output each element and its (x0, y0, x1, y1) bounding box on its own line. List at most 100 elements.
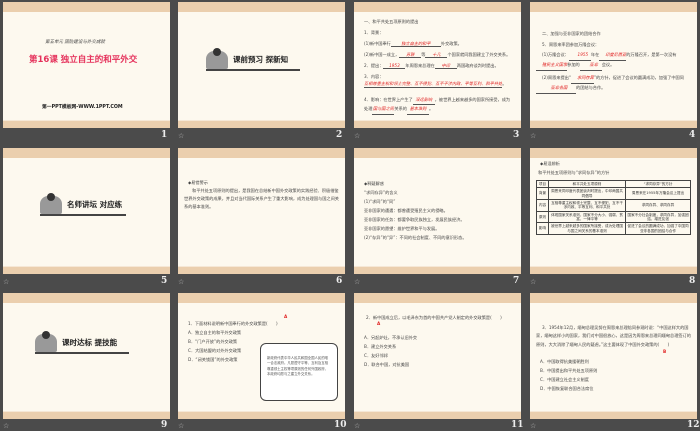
slide-thumbnail-1[interactable]: 第五单元 国防建设与外交成就 第16课 独立自主的和平外交 第一PPT模板网-W… (3, 2, 170, 128)
slide-number: 1 (161, 130, 168, 140)
table-row: 背景 周恩来同印度代表团谈判时提出，中印两国共同倡导 周恩来在1955年万隆会议上提… (536, 187, 691, 200)
reading-figure-icon (206, 48, 228, 69)
animation-star-icon[interactable]: ☆ (178, 422, 184, 430)
slide-number: 4 (689, 130, 696, 140)
section-title: 名师讲坛 对应练 (67, 200, 123, 209)
footer-band (354, 411, 521, 419)
option-a: A．中国取得抗美援朝胜利 (540, 359, 589, 364)
slide-thumbnail-5[interactable]: 名师讲坛 对应练 (3, 148, 170, 274)
slide-heading: 一、和平共处五项原则的提出 (364, 19, 419, 24)
teacher-figure-icon (40, 193, 62, 214)
animation-star-icon[interactable]: ☆ (354, 132, 360, 140)
header-band (530, 148, 697, 158)
slide-number: 12 (687, 420, 700, 430)
student-figure-icon (35, 331, 57, 352)
slide-thumbnail-9[interactable]: 课时达标 提技能 (3, 293, 170, 419)
slide-thumbnail-6[interactable]: ◆易错警示 和平共处五项原则的提出，是我国在总结新中国外交政策的实践经验、积极借… (178, 148, 345, 274)
text-line: (1)新中国奉行 独立自主的和平 外交政策。 (364, 41, 462, 48)
animation-star-icon[interactable]: ☆ (3, 422, 9, 430)
slide-number: 3 (513, 130, 520, 140)
footer-band (354, 120, 521, 128)
slide-number: 9 (161, 420, 168, 430)
table-cell: 求同存异、求同存异 (625, 198, 691, 212)
slide-thumbnail-2[interactable]: 课前预习 探新知 (178, 2, 345, 128)
slide-heading: 二、加强与亚非国家的团结合作 (542, 31, 601, 36)
animation-star-icon[interactable]: ☆ (530, 422, 536, 430)
body-text: 和平共处五项原则的提出，是我国在总结新中国外交政策的实践经验、积极借鉴世界外交政… (184, 188, 339, 209)
table-cell: 周恩来同印度代表团谈判时提出，中印两国共同倡导 (547, 187, 627, 200)
animation-star-icon[interactable]: ☆ (530, 132, 536, 140)
option-d: D．“闭关锁国”的外交政策 (188, 357, 238, 362)
slide-thumbnail-3[interactable]: 一、和平共处五项原则的提出 1．背景： (1)新中国奉行 独立自主的和平 外交政策。… (354, 2, 521, 128)
slide-heading: ◆易混辨析 (540, 161, 560, 166)
slide-heading: ◆易错警示 (188, 180, 208, 185)
site-text: 第一PPT模板网-WWW.1PPT.COM (42, 105, 123, 110)
slide-thumbnail-10[interactable]: A 1．下面材料说明新中国奉行的外交政策是( ) A．独立自主的和平外交政策 B… (178, 293, 345, 419)
answer-mark: B (663, 349, 667, 354)
option-b: B．中国提出和平共处五项原则 (540, 368, 598, 373)
table-header-cell: 和平共处五项原则 (547, 179, 627, 189)
header-band (3, 148, 170, 158)
header-band (354, 148, 521, 158)
text-line: (2)周恩来提出“ 求同存异”的方针，促进了会议的圆满成功，加强了中国同亚非各国的… (536, 74, 691, 94)
footer-band (178, 266, 345, 274)
section-banner: 名师讲坛 对应练 (40, 193, 130, 216)
animation-star-icon[interactable]: ☆ (354, 278, 360, 286)
slide-number: 8 (689, 276, 696, 286)
footer-band (3, 411, 170, 419)
table-cell: 内容 (536, 198, 549, 212)
slide-heading: ◆释疑解惑 (364, 181, 384, 186)
text-line: 亚非国家的遭遇：都曾遭受殖民主义的侵略。 (364, 208, 448, 213)
text-line: 5．周恩来率团参加万隆会议： (542, 42, 600, 47)
text-line: 亚非国家的任务：都要争取民族独立，发展民族经济。 (364, 217, 465, 222)
animation-star-icon[interactable]: ☆ (178, 278, 184, 286)
slide-thumbnail-12[interactable]: B 3．1954年12月，缅甸总理吴努在周恩来总理陪同参观时说：“中国这样大的国… (530, 293, 697, 419)
option-a: A．另起炉灶，不承认旧外交 (364, 335, 418, 340)
table-cell: 周恩来在1955年万隆会议上提出 (625, 187, 691, 200)
text-line: (2)“存异”的“异”：不同的社会制度、不同的意识形态。 (364, 235, 467, 240)
footer-band (3, 266, 170, 274)
header-band (354, 293, 521, 303)
footer-band (530, 266, 697, 274)
text-line: (1)“求同”的“同” (364, 199, 396, 204)
question-text: 2．新中国成立后，以毛泽东为首的中国共产党人制定的外交政策是( ) (366, 315, 502, 320)
table-cell: 影响 (536, 222, 549, 235)
option-c: C．中国建立社会主义制度 (540, 377, 589, 382)
animation-star-icon[interactable]: ☆ (3, 278, 9, 286)
slide-number: 2 (336, 130, 343, 140)
footer-band (530, 120, 697, 128)
footer-band (354, 266, 521, 274)
slide-thumbnail-8[interactable]: ◆易混辨析 和平共处五项原则与“求同存异”的方针 项目 和平共处五项原则 “求同存异… (530, 148, 697, 274)
slide-thumbnail-4[interactable]: 二、加强与亚非国家的团结合作 5．周恩来率团参加万隆会议： (1)万隆会议： 19… (530, 2, 697, 128)
footer-band (530, 411, 697, 419)
table-row: 原则 体现国家关系准则，国家不分大小、强弱、贫富，一律平等 国家不分社会制度，求同存… (536, 210, 691, 224)
animation-star-icon[interactable]: ☆ (354, 422, 360, 430)
unit-subtitle: 第五单元 国防建设与外交成就 (45, 40, 105, 45)
header-band (530, 2, 697, 12)
table-cell: 国家不分社会制度，求同存异，加强团结，增进友谊 (625, 210, 691, 224)
slide-thumbnail-7[interactable]: ◆释疑解惑 “求同存异”的含义 (1)“求同”的“同” 亚非国家的遭遇：都曾遭受… (354, 148, 521, 274)
option-b: B．“门户开放”的外交政策 (188, 339, 238, 344)
footer-band (178, 120, 345, 128)
section-title: 课时达标 提技能 (62, 338, 118, 347)
header-band (178, 148, 345, 158)
table-cell: 促进了会议的圆满成功，加强了中国同亚非各国的团结与合作 (625, 222, 691, 235)
slide-number: 6 (336, 276, 343, 286)
section-banner: 课前预习 探新知 (206, 48, 300, 71)
option-d: D．联合中国，对抗美国 (364, 362, 410, 367)
text-line: (2)新中国一成立， 苏联等十几 个国家就同我国建立了外交关系。 (364, 52, 511, 59)
slide-thumbnail-11[interactable]: A 2．新中国成立后，以毛泽东为首的中国共产党人制定的外交政策是( ) A．另起… (354, 293, 521, 419)
text-line: (1)万隆会议： 1955 年在 印度尼西亚的万隆召开，是第一次没有殖民主义国家参加的… (536, 51, 691, 71)
table-row: 影响 被世界上越来越多的国家所接受，成为处理国与国之间关系的基本准则 促进了会议的圆… (536, 222, 691, 235)
slide-number: 5 (161, 276, 168, 286)
section-title: 课前预习 探新知 (233, 55, 289, 64)
option-c: C．友好邻邦 (364, 353, 388, 358)
section-banner: 课时达标 提技能 (35, 331, 129, 354)
animation-star-icon[interactable]: ☆ (178, 132, 184, 140)
quote-text: 新政府代表中华人民共和国全国人民的唯一合法政府。凡愿遵守平等、互利及互相尊重领土… (267, 356, 329, 377)
scroll-quote-box: 新政府代表中华人民共和国全国人民的唯一合法政府。凡愿遵守平等、互利及互相尊重领土… (260, 343, 338, 401)
text-line: 和平共处五项原则与“求同存异”的方针 (538, 170, 610, 175)
slide-number: 10 (334, 420, 347, 430)
animation-star-icon[interactable]: ☆ (530, 278, 536, 286)
table-cell: 背景 (536, 187, 549, 200)
